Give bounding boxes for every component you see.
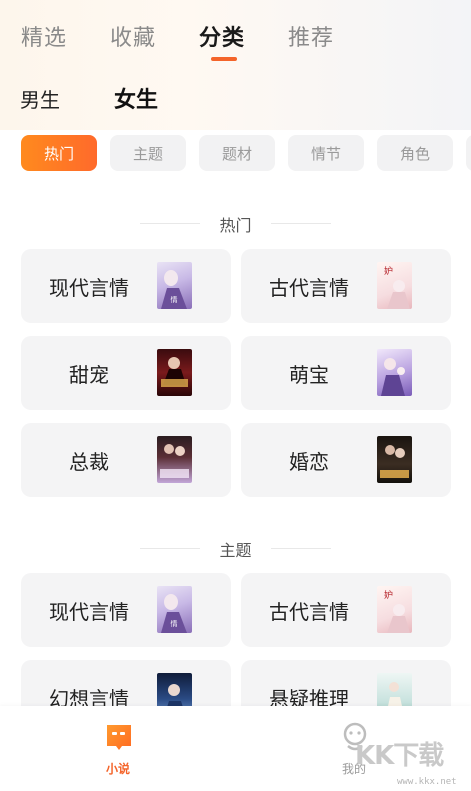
book-cover-image [157,349,192,396]
category-card[interactable]: 婚恋 [241,423,451,497]
book-cover-image: 情 [157,262,192,309]
chip-subject[interactable]: 题材 [199,135,275,171]
book-cover-image: 情 [157,586,192,633]
category-card-label: 古代言情 [269,275,349,300]
svg-text:妒: 妒 [384,589,393,601]
divider-line [271,223,331,224]
category-card[interactable]: 现代言情 情 [21,573,231,647]
chip-more-partial[interactable] [466,135,471,171]
category-card-label: 古代言情 [269,599,349,624]
divider-line [140,548,200,549]
category-card[interactable]: 总裁 [21,423,231,497]
chip-role[interactable]: 角色 [377,135,453,171]
category-card[interactable]: 甜宠 [21,336,231,410]
chip-theme[interactable]: 主题 [110,135,186,171]
divider-line [140,223,200,224]
category-card[interactable]: 萌宝 [241,336,451,410]
book-cover-image: 妒 [377,262,412,309]
svg-text:情: 情 [171,295,178,304]
tab-categories[interactable]: 分类 [199,20,245,52]
category-chip-row: 热门 主题 题材 情节 角色 [21,135,471,171]
section-theme-label: 主题 [219,541,252,560]
section-title-theme: 主题 [0,537,471,561]
watermark-url: www.kkx.net [397,777,457,787]
chip-hot[interactable]: 热门 [21,135,97,171]
book-cover-image [377,349,412,396]
nav-novels[interactable]: 小说 [78,706,158,791]
category-card[interactable]: 古代言情 妒 [241,249,451,323]
tab-recommended[interactable]: 推荐 [288,20,334,52]
watermark-text: KK下载 [355,741,444,771]
category-card-label: 现代言情 [49,275,129,300]
chip-plot[interactable]: 情节 [288,135,364,171]
tab-featured[interactable]: 精选 [21,20,67,52]
category-card-label: 萌宝 [289,362,329,387]
gender-male[interactable]: 男生 [20,84,60,113]
category-card-label: 婚恋 [289,449,329,474]
section-hot-label: 热门 [219,216,252,235]
divider-line [271,548,331,549]
book-icon [104,722,134,752]
section-title-hot: 热门 [0,212,471,236]
category-card-label: 甜宠 [69,362,109,387]
book-cover-image: 妒 [377,586,412,633]
site-watermark: KK下载 www.kkx.net [355,735,471,791]
svg-text:情: 情 [171,619,178,628]
gender-female[interactable]: 女生 [114,82,158,114]
category-card-label: 现代言情 [49,599,129,624]
category-card-label: 总裁 [69,449,109,474]
book-cover-image [157,436,192,483]
category-card[interactable]: 古代言情 妒 [241,573,451,647]
active-tab-indicator [211,57,237,61]
category-card[interactable]: 现代言情 情 [21,249,231,323]
tab-favorites[interactable]: 收藏 [110,20,156,52]
svg-text:妒: 妒 [384,265,393,277]
book-cover-image [377,436,412,483]
nav-novels-label: 小说 [105,762,130,776]
